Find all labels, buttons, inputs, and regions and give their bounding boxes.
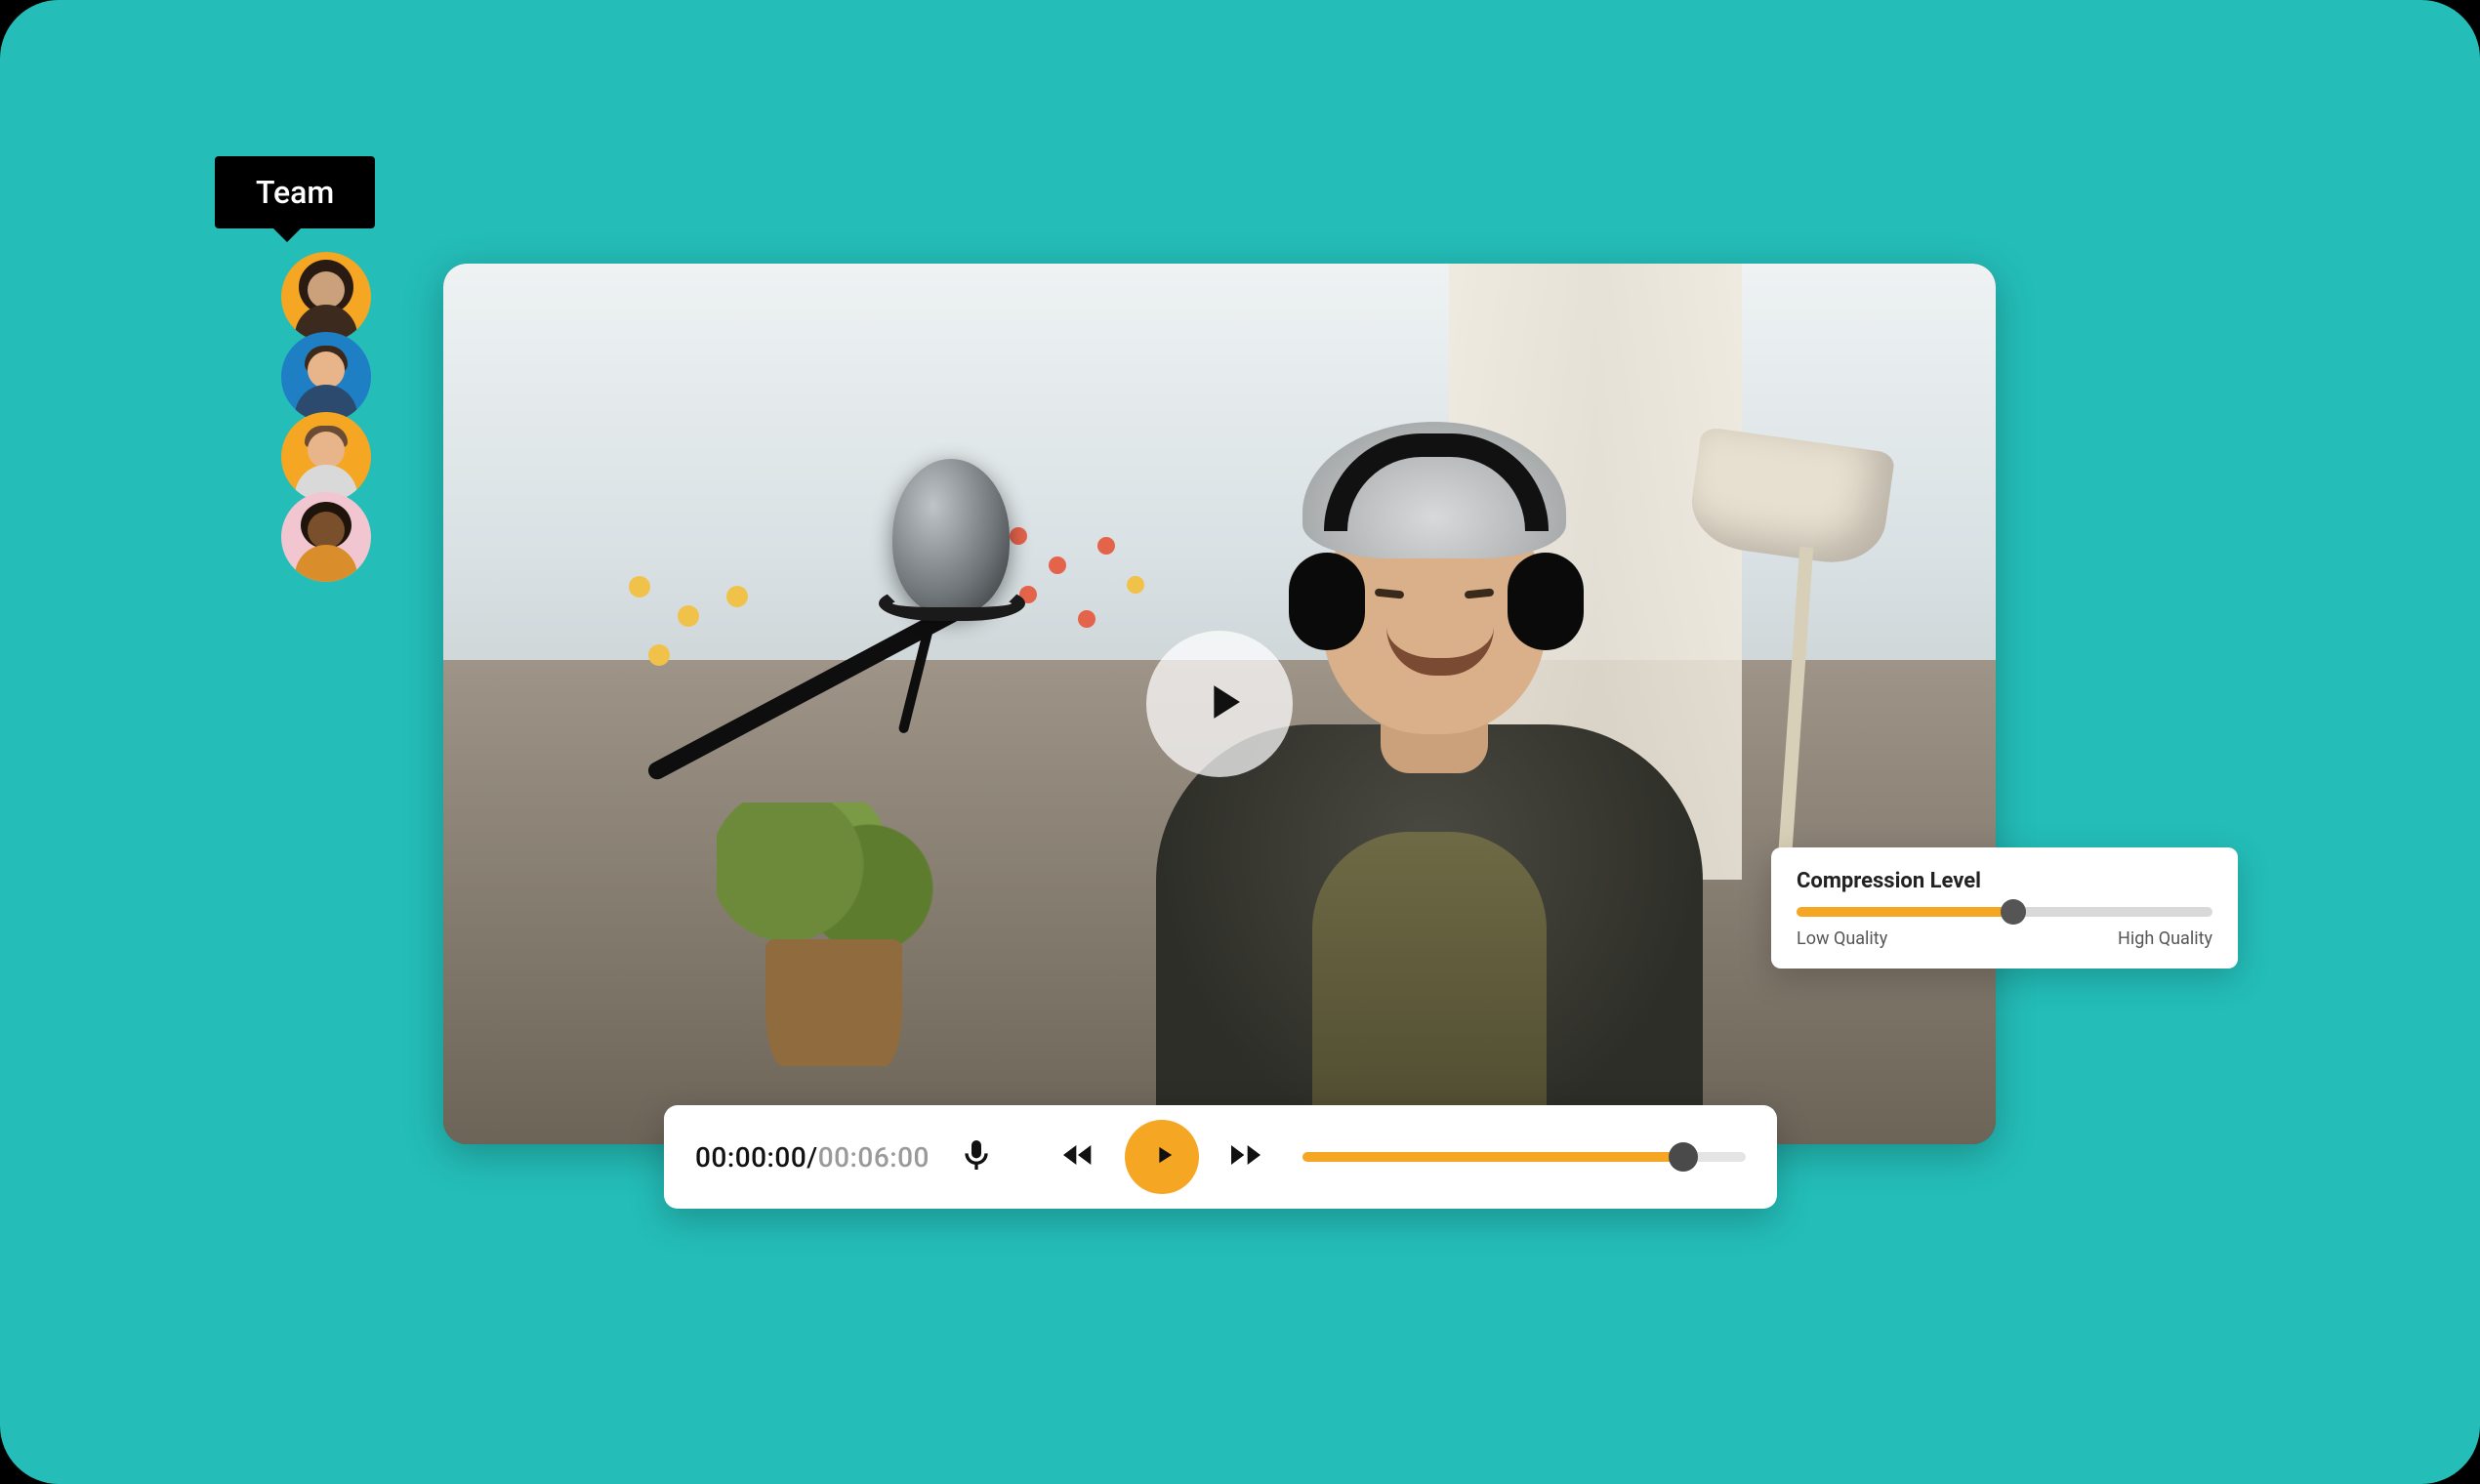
avatar[interactable] (281, 252, 371, 342)
compression-card: Compression Level Low Quality High Quali… (1771, 847, 2238, 969)
progress-handle[interactable] (1669, 1142, 1698, 1172)
player-bar: 00:00:00/00:06:00 (664, 1105, 1777, 1209)
avatar[interactable] (281, 332, 371, 422)
microphone-button[interactable] (953, 1134, 1000, 1180)
play-overlay-button[interactable] (1146, 631, 1293, 777)
progress-slider[interactable] (1302, 1152, 1746, 1162)
time-separator: / (806, 1141, 817, 1174)
play-button[interactable] (1125, 1120, 1199, 1194)
team-label-text: Team (256, 174, 334, 211)
compression-slider[interactable] (1797, 907, 2212, 917)
forward-icon (1226, 1135, 1265, 1178)
team-avatars (281, 252, 371, 582)
host-graphic (1117, 461, 1742, 1144)
rewind-button[interactable] (1054, 1134, 1101, 1180)
app-canvas: Team (0, 0, 2480, 1484)
time-display: 00:00:00/00:06:00 (695, 1141, 930, 1174)
rewind-icon (1058, 1135, 1097, 1178)
play-icon (1187, 674, 1252, 734)
compression-slider-handle[interactable] (2001, 899, 2026, 925)
progress-fill (1302, 1152, 1683, 1162)
video-preview[interactable] (443, 264, 1996, 1144)
team-label-tooltip: Team (215, 156, 375, 228)
duration: 00:06:00 (818, 1141, 930, 1174)
avatar[interactable] (281, 492, 371, 582)
play-icon (1146, 1141, 1178, 1173)
compression-title: Compression Level (1797, 869, 2212, 893)
compression-high-label: High Quality (2118, 928, 2212, 949)
forward-button[interactable] (1222, 1134, 1269, 1180)
current-time: 00:00:00 (695, 1141, 806, 1174)
compression-low-label: Low Quality (1797, 928, 1887, 949)
avatar[interactable] (281, 412, 371, 502)
compression-slider-fill (1797, 907, 2013, 917)
microphone-icon (957, 1135, 996, 1178)
